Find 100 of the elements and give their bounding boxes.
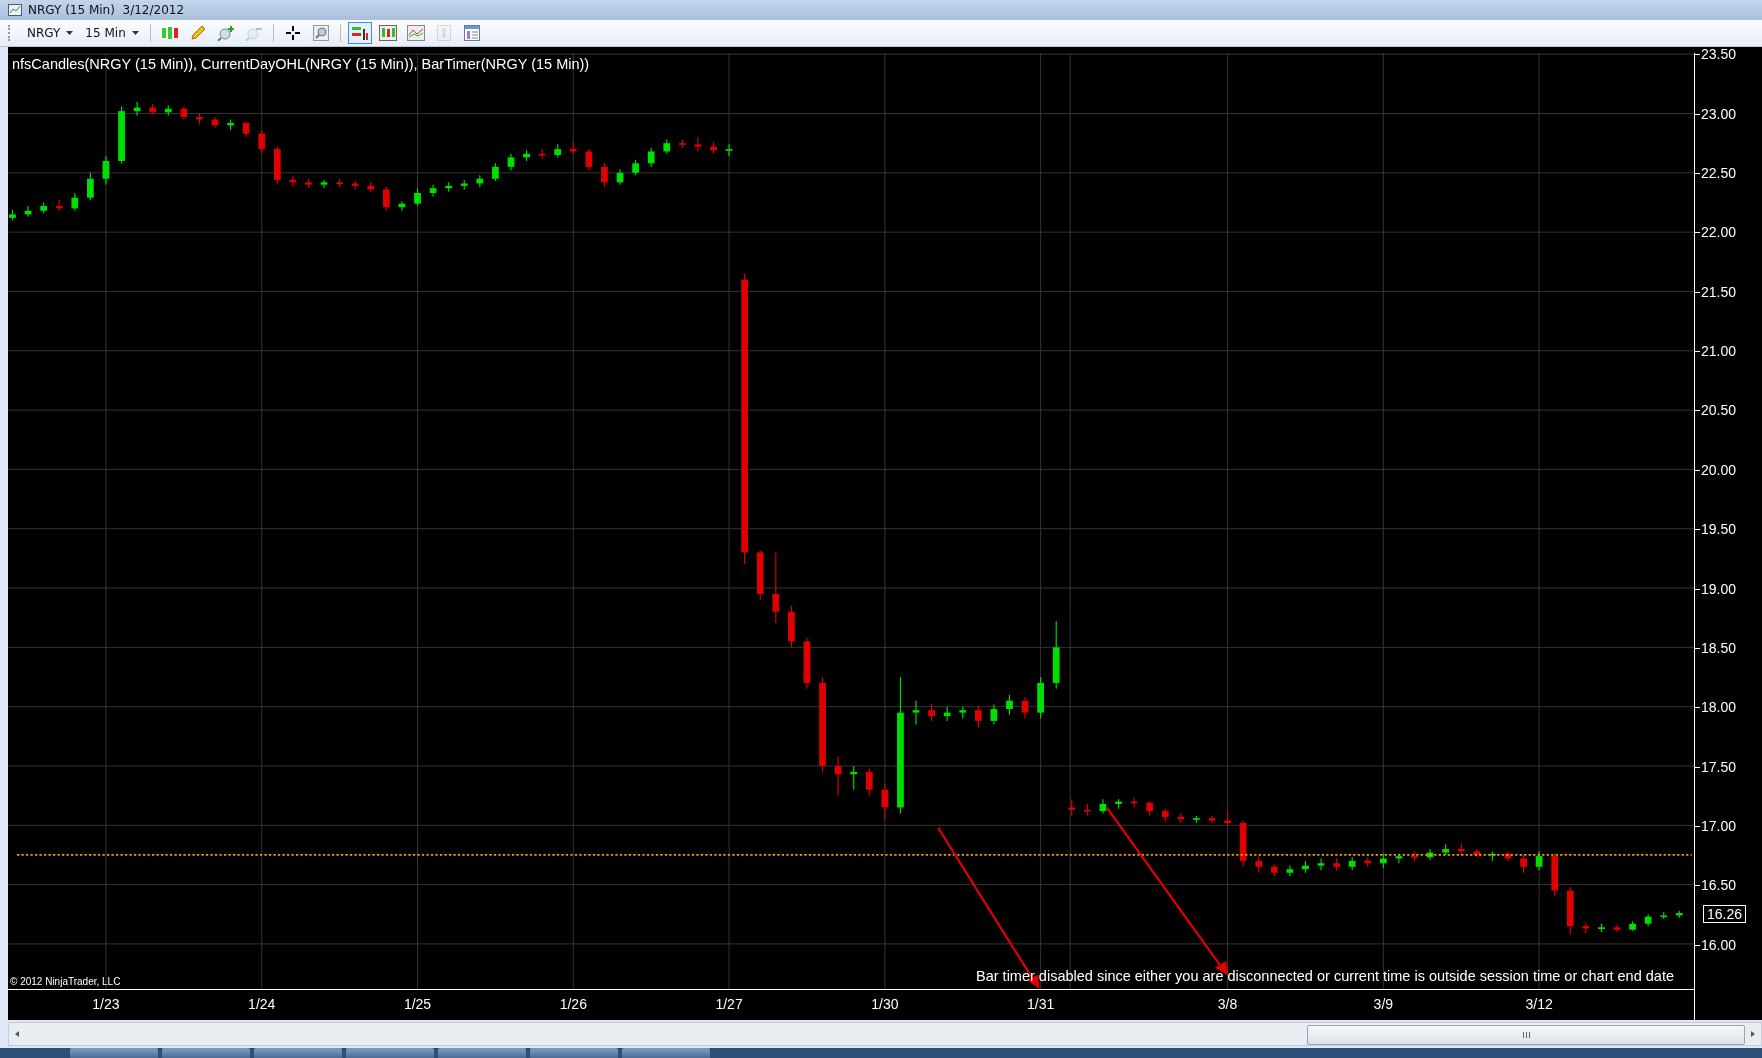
properties-window-icon bbox=[463, 25, 480, 41]
candle bbox=[1333, 857, 1340, 871]
line-chart-icon bbox=[406, 25, 425, 41]
candle bbox=[1115, 798, 1122, 810]
horizontal-scrollbar[interactable] bbox=[8, 1022, 1762, 1046]
indicator-bars-icon bbox=[350, 25, 369, 41]
candle bbox=[523, 149, 530, 162]
right-arrow-icon bbox=[1751, 1031, 1755, 1037]
price-label: 20.00 bbox=[1701, 461, 1737, 478]
copyright-text: © 2012 NinjaTrader, LLC bbox=[10, 976, 121, 987]
candle bbox=[694, 136, 702, 152]
candle bbox=[834, 755, 842, 797]
candle bbox=[974, 704, 982, 729]
candle bbox=[1037, 676, 1044, 720]
candle bbox=[803, 637, 811, 690]
candle bbox=[943, 706, 951, 722]
candle bbox=[242, 121, 250, 138]
candle bbox=[1270, 863, 1278, 877]
candle bbox=[1613, 924, 1621, 933]
candle bbox=[1504, 850, 1512, 862]
caret-icon bbox=[131, 31, 139, 35]
candle bbox=[180, 105, 188, 120]
candle bbox=[507, 153, 515, 171]
candle bbox=[1146, 801, 1154, 817]
candle bbox=[1006, 694, 1013, 716]
price-label: 18.00 bbox=[1701, 699, 1737, 716]
candle bbox=[881, 783, 889, 820]
candle bbox=[756, 549, 764, 601]
candle bbox=[616, 168, 624, 186]
candle bbox=[429, 184, 437, 198]
candle bbox=[725, 143, 733, 157]
zoom-out-icon bbox=[244, 25, 263, 41]
date-label: 3/8 bbox=[1217, 996, 1238, 1012]
candle bbox=[647, 147, 655, 168]
candle bbox=[1286, 865, 1294, 877]
candle bbox=[632, 159, 639, 176]
zoom-in-icon bbox=[216, 25, 235, 41]
price-label: 21.50 bbox=[1701, 283, 1737, 300]
candle bbox=[383, 186, 390, 212]
taskbar-button[interactable] bbox=[622, 1048, 710, 1058]
date-label: 1/26 bbox=[559, 996, 587, 1012]
candle bbox=[305, 178, 312, 189]
candle bbox=[1239, 820, 1247, 868]
left-arrow-icon bbox=[15, 1031, 19, 1037]
taskbar-button[interactable] bbox=[346, 1048, 434, 1058]
date-label: 3/9 bbox=[1373, 996, 1394, 1012]
taskbar-button[interactable] bbox=[438, 1048, 526, 1058]
candle bbox=[1395, 853, 1403, 864]
candle bbox=[1084, 803, 1091, 817]
candle bbox=[569, 141, 577, 155]
taskbar-button[interactable] bbox=[530, 1048, 618, 1058]
candle bbox=[912, 700, 920, 725]
candle bbox=[87, 172, 94, 201]
date-label: 1/25 bbox=[403, 996, 432, 1012]
toolbar-button[interactable] bbox=[347, 22, 372, 44]
candle bbox=[133, 101, 141, 117]
price-label: 23.50 bbox=[1701, 46, 1737, 63]
candle bbox=[1660, 911, 1668, 920]
candle bbox=[1068, 798, 1076, 817]
candle bbox=[227, 118, 234, 131]
candle bbox=[1426, 848, 1434, 861]
caret-icon bbox=[66, 31, 74, 35]
window-title: NRGY (15 Min) 3/12/2012 bbox=[28, 3, 185, 17]
crosshair-icon bbox=[284, 25, 301, 41]
candle bbox=[273, 146, 281, 186]
candle bbox=[1644, 913, 1652, 927]
candle bbox=[1473, 848, 1481, 858]
candle bbox=[1021, 696, 1029, 720]
scrollbar-thumb[interactable] bbox=[1307, 1025, 1745, 1045]
candle bbox=[1520, 854, 1527, 874]
taskbar-button[interactable] bbox=[254, 1048, 342, 1058]
candle bbox=[1161, 808, 1169, 823]
instrument-dropdown[interactable]: NRGY bbox=[23, 26, 78, 40]
candle bbox=[336, 178, 343, 188]
price-label: 19.50 bbox=[1701, 521, 1737, 538]
candle bbox=[865, 767, 873, 797]
candle bbox=[959, 706, 967, 720]
taskbar-button[interactable] bbox=[162, 1048, 250, 1058]
candle bbox=[55, 199, 63, 212]
candle bbox=[211, 116, 219, 129]
candle bbox=[1208, 815, 1216, 824]
candle bbox=[1224, 810, 1231, 826]
candle bbox=[585, 148, 593, 171]
candle bbox=[164, 104, 172, 117]
candle bbox=[1099, 798, 1107, 814]
date-label: 1/23 bbox=[92, 996, 120, 1012]
candle bbox=[1489, 850, 1496, 862]
candle bbox=[9, 209, 16, 221]
taskbar-button[interactable] bbox=[70, 1048, 158, 1058]
candle bbox=[1317, 857, 1325, 871]
price-label: 22.00 bbox=[1701, 224, 1737, 241]
candle bbox=[1364, 856, 1372, 868]
date-label: 3/12 bbox=[1525, 996, 1553, 1012]
candle bbox=[1457, 842, 1465, 855]
chart-app-icon bbox=[8, 4, 22, 16]
candle bbox=[320, 179, 328, 189]
candle bbox=[1598, 923, 1605, 933]
candle bbox=[1566, 886, 1574, 935]
interval-dropdown[interactable]: 15 Min bbox=[81, 26, 143, 40]
candle bbox=[258, 129, 266, 155]
